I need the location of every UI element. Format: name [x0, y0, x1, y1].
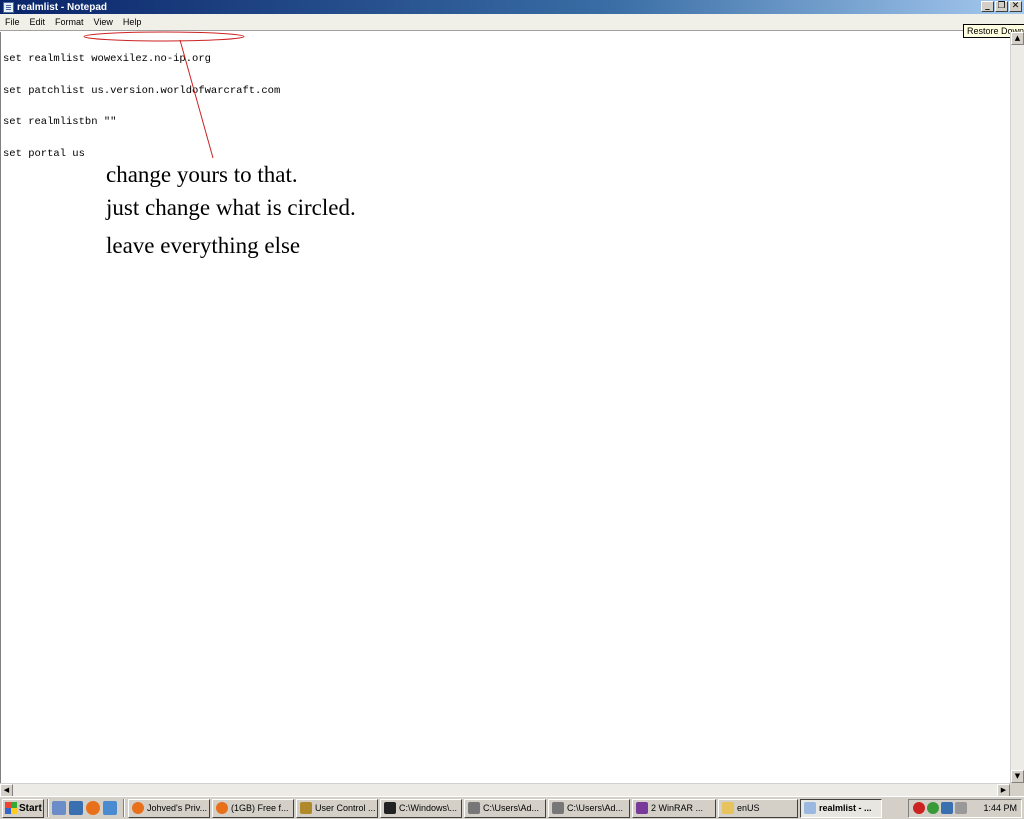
taskbar-divider [123, 799, 125, 817]
title-bar: realmlist - Notepad _ ❐ ✕ [0, 0, 1024, 14]
window-controls: _ ❐ ✕ [981, 1, 1022, 12]
notepad-icon [3, 1, 14, 13]
taskbar-button[interactable]: 2 WinRAR ... [632, 798, 716, 818]
network-icon[interactable] [941, 802, 954, 814]
taskbar-button[interactable]: C:\Windows\... [380, 798, 462, 818]
taskbar-button[interactable]: C:\Users\Ad... [548, 798, 630, 818]
horizontal-scrollbar[interactable]: ◀ ▶ [0, 783, 1010, 797]
menu-format[interactable]: Format [50, 17, 89, 27]
taskbar-button-label: C:\Users\Ad... [483, 803, 540, 813]
notepad-icon [804, 802, 816, 814]
minimize-button[interactable]: _ [981, 1, 994, 12]
restore-button[interactable]: ❐ [995, 1, 1008, 12]
winrar-icon [636, 802, 648, 814]
folder-icon [722, 802, 734, 814]
taskbar: Start Johved's Priv... (1GB) Free f... U… [0, 796, 1024, 819]
antivirus-icon[interactable] [913, 802, 926, 814]
tools-icon[interactable] [103, 801, 117, 815]
windows-logo-icon [5, 802, 17, 814]
menu-file[interactable]: File [0, 17, 25, 27]
computer-icon[interactable] [69, 801, 83, 815]
annotation-text: just change what is circled. [106, 195, 356, 220]
quick-launch [52, 801, 117, 815]
text-line: set patchlist us.version.worldofwarcraft… [3, 84, 281, 97]
volume-icon[interactable] [955, 802, 968, 814]
folder-icon [552, 802, 564, 814]
menu-edit[interactable]: Edit [25, 17, 51, 27]
text-editor[interactable]: set realmlist wowexilez.no-ip.org set pa… [0, 32, 1010, 783]
taskbar-button[interactable]: C:\Users\Ad... [464, 798, 546, 818]
taskbar-button[interactable]: (1GB) Free f... [212, 798, 294, 818]
clock[interactable]: 1:44 PM [983, 803, 1017, 813]
taskbar-button[interactable]: User Control ... [296, 798, 378, 818]
text-line: set portal us [3, 147, 85, 160]
firefox-icon [132, 802, 144, 814]
taskbar-button-label: Johved's Priv... [147, 803, 208, 813]
close-button[interactable]: ✕ [1009, 1, 1022, 12]
menu-help[interactable]: Help [118, 17, 147, 27]
document-text[interactable]: set realmlist wowexilez.no-ip.org set pa… [3, 33, 280, 180]
system-tray: 1:44 PM [908, 798, 1022, 818]
folder-icon [468, 802, 480, 814]
text-line: set realmlistbn "" [3, 116, 117, 128]
taskbar-button-label: enUS [737, 803, 760, 813]
firefox-icon [216, 802, 228, 814]
taskbar-button-label: realmlist - ... [819, 803, 872, 813]
taskbar-button-label: (1GB) Free f... [231, 803, 289, 813]
taskbar-button-label: C:\Users\Ad... [567, 803, 624, 813]
window-title: realmlist - Notepad [17, 1, 108, 13]
cmd-icon [384, 802, 396, 814]
firefox-icon[interactable] [86, 801, 100, 815]
wow-icon [300, 802, 312, 814]
taskbar-button[interactable]: enUS [718, 798, 798, 818]
resize-grip[interactable] [1010, 783, 1024, 796]
scroll-down-button[interactable]: ▼ [1011, 770, 1024, 783]
taskbar-divider [47, 799, 49, 817]
taskbar-button-active[interactable]: realmlist - ... [800, 798, 882, 818]
annotation-text: leave everything else [106, 233, 301, 258]
taskbar-button-label: C:\Windows\... [399, 803, 458, 813]
taskbar-button-label: User Control ... [315, 803, 376, 813]
taskbar-button-label: 2 WinRAR ... [651, 803, 704, 813]
taskbar-button[interactable]: Johved's Priv... [128, 798, 210, 818]
start-button[interactable]: Start [2, 798, 44, 818]
show-desktop-icon[interactable] [52, 801, 66, 815]
scroll-up-button[interactable]: ▲ [1011, 32, 1024, 45]
vertical-scrollbar[interactable]: ▲ ▼ [1010, 32, 1024, 783]
menu-view[interactable]: View [89, 17, 118, 27]
annotation-text: change yours to that. [106, 162, 298, 187]
start-label: Start [19, 802, 42, 814]
menu-bar: File Edit Format View Help [0, 14, 1024, 31]
shield-icon[interactable] [927, 802, 940, 814]
text-line: set realmlist wowexilez.no-ip.org [3, 53, 211, 65]
